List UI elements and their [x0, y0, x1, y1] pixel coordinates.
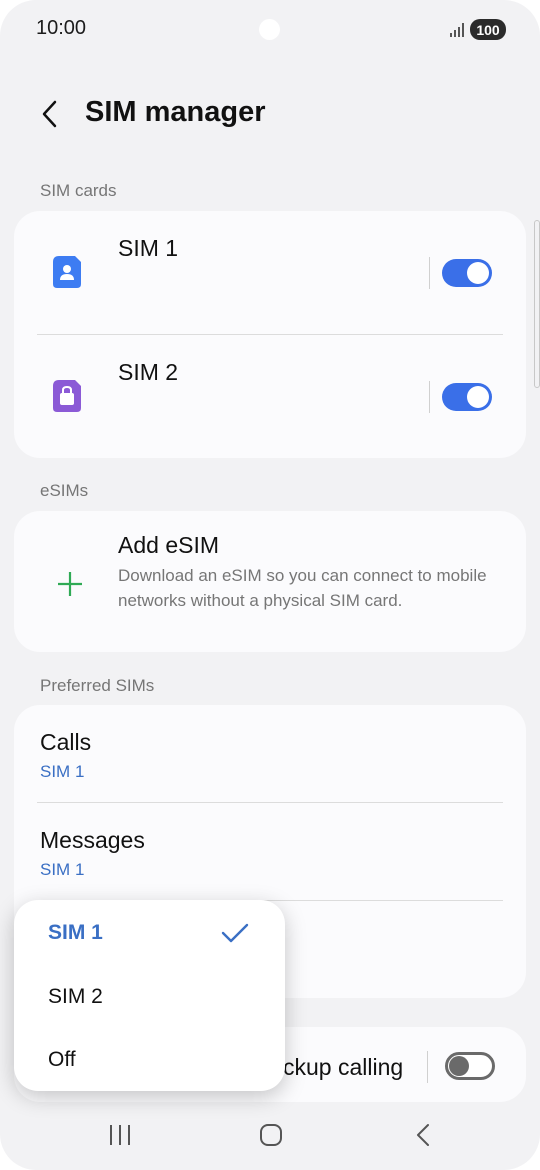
divider: [37, 802, 503, 803]
popup-option-label: SIM 1: [48, 921, 103, 944]
add-esim-description: Download an eSIM so you can connect to m…: [118, 566, 487, 610]
signal-icon: [450, 23, 464, 37]
messages-value: SIM 1: [40, 860, 85, 879]
backup-calling-toggle[interactable]: [445, 1052, 495, 1080]
status-time: 10:00: [36, 17, 87, 39]
sim-manager-screen: 10:00 100 SIM manager SIM cards SIM 1 SI…: [0, 0, 540, 1170]
section-label-sim-cards: SIM cards: [40, 181, 117, 200]
backup-calling-title: ckup calling: [283, 1054, 404, 1080]
front-camera: [259, 19, 280, 40]
section-label-esims: eSIMs: [40, 481, 89, 500]
sim-cards-card: SIM 1 SIM 2: [14, 211, 526, 458]
sim-person-icon: [53, 256, 81, 288]
add-esim-title: Add eSIM: [118, 532, 219, 558]
back-button[interactable]: [34, 96, 64, 132]
sim-1-label: SIM 1: [118, 235, 179, 261]
recent-apps-icon[interactable]: [108, 1122, 132, 1148]
messages-title: Messages: [40, 827, 145, 853]
sim-2-toggle[interactable]: [442, 383, 492, 411]
scrollbar[interactable]: [534, 220, 540, 388]
separator: [429, 381, 430, 413]
popup-option-sim-2[interactable]: SIM 2: [48, 985, 103, 1009]
sim-1-toggle[interactable]: [442, 259, 492, 287]
sim-bag-icon: [53, 380, 81, 412]
calls-title: Calls: [40, 729, 92, 755]
plus-icon: [58, 572, 82, 596]
section-label-preferred: Preferred SIMs: [40, 676, 155, 695]
page-title: SIM manager: [85, 96, 266, 128]
chevron-left-icon: [42, 100, 57, 128]
home-icon[interactable]: [258, 1122, 284, 1148]
separator: [429, 257, 430, 289]
back-nav-icon[interactable]: [413, 1122, 433, 1148]
battery-indicator: 100: [470, 19, 506, 40]
popup-option-off[interactable]: Off: [48, 1048, 76, 1072]
sim-select-popup: SIM 1 SIM 2 Off: [14, 900, 285, 1091]
sim-2-label: SIM 2: [118, 359, 179, 385]
calls-value: SIM 1: [40, 762, 85, 781]
separator: [427, 1051, 428, 1083]
check-icon: [221, 923, 249, 943]
divider: [37, 334, 503, 335]
